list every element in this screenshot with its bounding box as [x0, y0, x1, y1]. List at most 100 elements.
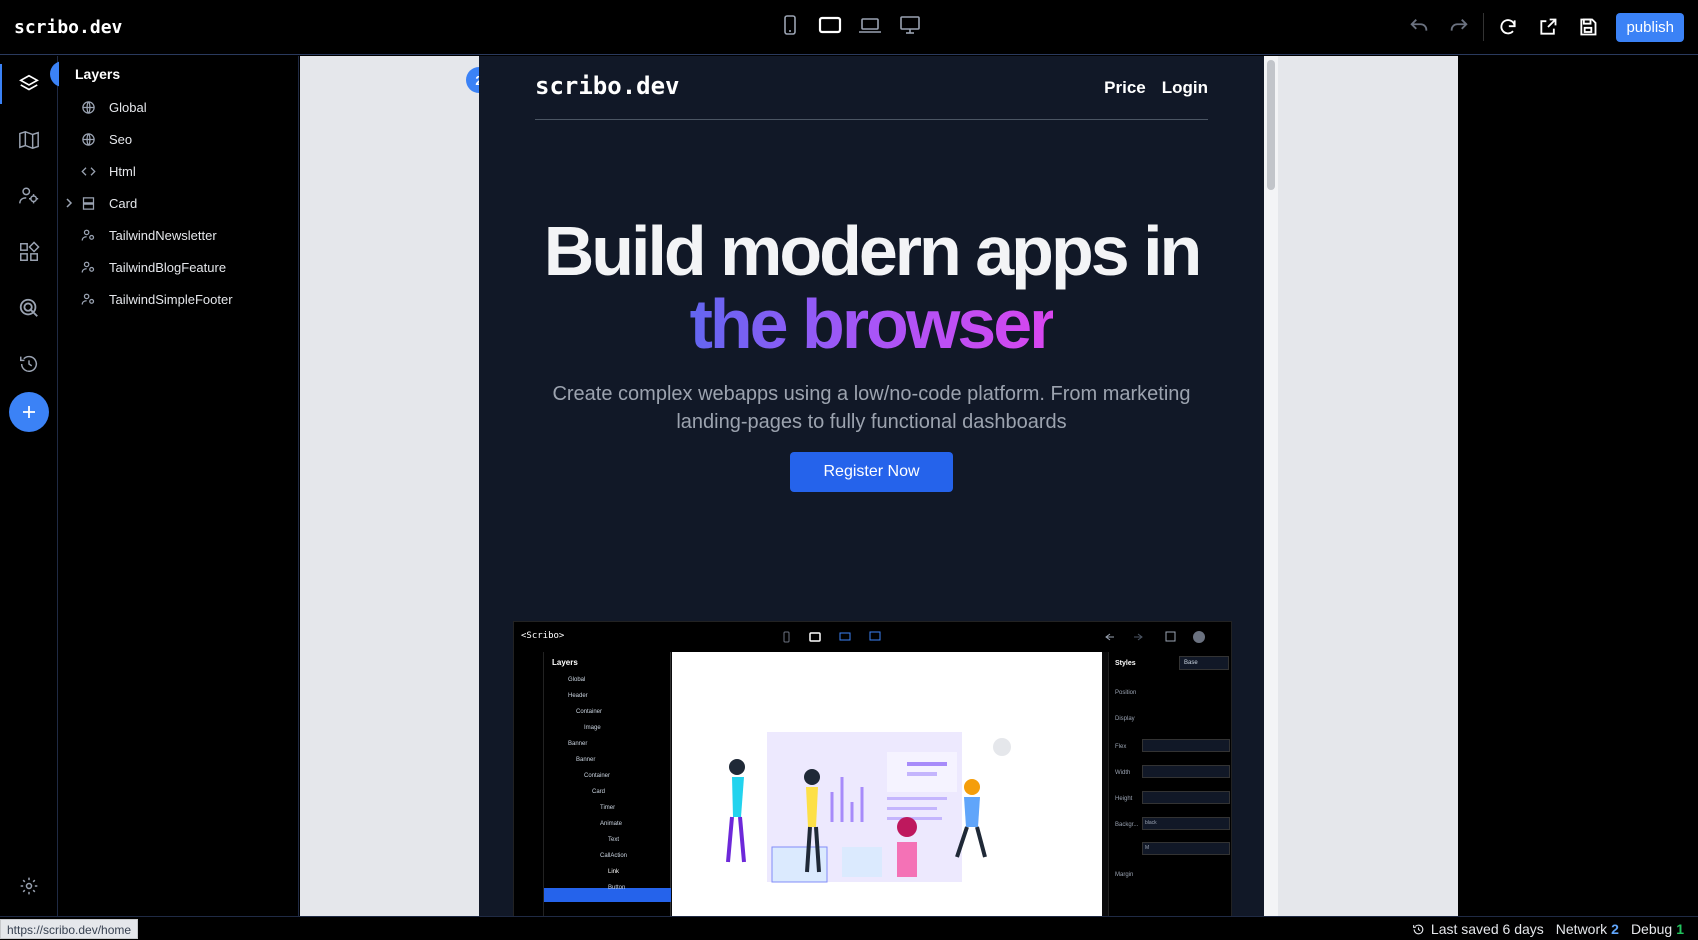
layers-icon	[19, 74, 39, 91]
last-saved-text: Last saved 6 days	[1430, 921, 1544, 937]
open-external-button[interactable]	[1528, 12, 1568, 42]
preview-tree-item: Banner	[568, 741, 588, 747]
preview-logo: <Scribo>	[521, 631, 565, 641]
layer-label: TailwindBlogFeature	[109, 259, 227, 275]
preview-tree-item: CallAction	[600, 853, 628, 859]
components-tab-button[interactable]	[0, 174, 58, 218]
preview-tree-item: Link	[608, 869, 620, 875]
status-bar: https://scribo.dev/home Last saved 6 day…	[0, 916, 1698, 940]
blocks-tab-button[interactable]	[0, 230, 58, 274]
user-gear-icon	[81, 292, 101, 307]
canvas-right-gutter	[1458, 56, 1698, 916]
laptop-device-button[interactable]	[856, 14, 884, 36]
network-count: 2	[1611, 921, 1619, 937]
layer-item-seo[interactable]: Seo	[59, 124, 299, 154]
preview-styles-title: Styles	[1115, 660, 1136, 667]
layer-label: Seo	[109, 131, 133, 147]
hover-url: https://scribo.dev/home	[0, 919, 139, 939]
layer-label: Global	[109, 99, 147, 115]
redo-button[interactable]	[1439, 12, 1479, 42]
hero-title-line1: Build modern apps in	[543, 212, 1203, 290]
hero-subtitle: Create complex webapps using a low/no-co…	[552, 383, 1191, 433]
preview-field-label: Height	[1115, 796, 1133, 802]
nav-link-price[interactable]: Price	[1104, 78, 1146, 98]
user-gear-icon	[81, 228, 101, 243]
team-illustration	[726, 732, 1011, 883]
add-button[interactable]	[9, 392, 49, 432]
interactions-tab-button[interactable]	[0, 286, 58, 330]
hero-title-line2: the browser	[479, 289, 1264, 359]
preview-tree-item: Header	[568, 693, 588, 699]
canvas-scrollbar[interactable]	[1264, 56, 1278, 916]
tablet-icon	[818, 16, 842, 34]
layers-tab-button[interactable]	[0, 62, 58, 106]
preview-tree-item: Banner	[576, 757, 596, 763]
layer-item-global[interactable]: Global	[59, 92, 299, 122]
layer-item-card[interactable]: Card	[59, 188, 299, 218]
preview-tree-item: Button	[608, 885, 626, 891]
layers-title: Layers	[75, 66, 121, 82]
stack-icon	[81, 196, 101, 211]
nav-link-login[interactable]: Login	[1162, 78, 1208, 98]
undo-button[interactable]	[1399, 12, 1439, 42]
layer-item-html[interactable]: Html	[59, 156, 299, 186]
grid-icon	[20, 241, 40, 261]
network-status[interactable]: Network 2	[1556, 921, 1619, 937]
external-link-icon	[1540, 18, 1557, 35]
site-logo[interactable]: scribo.dev	[535, 72, 680, 100]
mobile-device-button[interactable]	[776, 14, 804, 36]
desktop-device-button[interactable]	[896, 14, 924, 36]
layer-item-tailwind-newsletter[interactable]: TailwindNewsletter	[59, 220, 299, 250]
layers-panel: Layers Global Seo Html Card TailwindNews…	[59, 56, 299, 916]
refresh-icon	[1500, 19, 1517, 35]
history-icon	[20, 355, 38, 372]
header-divider	[535, 119, 1208, 120]
plus-icon	[23, 406, 35, 418]
preview-field-box	[1142, 739, 1230, 752]
desktop-icon	[900, 16, 920, 34]
history-icon	[1413, 924, 1424, 934]
layer-item-tailwind-blog-feature[interactable]: TailwindBlogFeature	[59, 252, 299, 282]
status-right: Last saved 6 days Network 2 Debug 1	[1412, 921, 1684, 937]
site-nav: Price Login	[1104, 78, 1208, 98]
layer-item-tailwind-simple-footer[interactable]: TailwindSimpleFooter	[59, 284, 299, 314]
preview-frame: scribo.dev Price Login Build modern apps…	[479, 56, 1264, 916]
debug-label: Debug	[1630, 921, 1673, 937]
layer-label: TailwindSimpleFooter	[109, 291, 233, 307]
top-actions: publish	[1399, 12, 1684, 42]
preview-tree-item: Image	[584, 725, 601, 731]
mobile-icon	[784, 15, 796, 35]
save-button[interactable]	[1568, 12, 1608, 42]
register-now-button[interactable]: Register Now	[790, 452, 953, 492]
preview-tree-item: Container	[576, 709, 603, 715]
settings-button[interactable]	[0, 864, 58, 908]
publish-button[interactable]: publish	[1616, 12, 1684, 42]
user-gear-icon	[19, 187, 39, 204]
debug-status[interactable]: Debug 1	[1631, 921, 1684, 937]
preview-field-label: Display	[1115, 716, 1135, 722]
preview-field-box: M	[1142, 842, 1230, 855]
pages-tab-button[interactable]	[0, 118, 58, 162]
tablet-device-button[interactable]	[816, 14, 844, 36]
preview-tree-item: Animate	[600, 821, 623, 827]
hero-gradient-text: the browser	[689, 285, 1057, 363]
chevron-right-icon[interactable]	[61, 198, 77, 208]
refresh-button[interactable]	[1488, 12, 1528, 42]
top-bar: scribo.dev publish	[0, 0, 1698, 55]
device-switcher	[776, 14, 924, 36]
network-label: Network	[1555, 921, 1608, 937]
preview-field-box: black	[1142, 817, 1230, 830]
editor-preview-image: <Scribo> Layers Global Header Container …	[513, 621, 1232, 916]
code-icon	[81, 164, 101, 179]
scrollbar-thumb[interactable]	[1267, 60, 1275, 190]
debug-count: 1	[1676, 921, 1684, 937]
preview-field-label: Margin	[1115, 872, 1134, 878]
laptop-icon	[859, 18, 881, 33]
history-tab-button[interactable]	[0, 342, 58, 386]
divider	[1483, 13, 1485, 41]
preview-action-icons	[1105, 631, 1205, 643]
app-logo[interactable]: scribo.dev	[14, 17, 122, 38]
preview-field-label: Flex	[1115, 744, 1127, 750]
left-rail	[0, 56, 58, 916]
layer-label: TailwindNewsletter	[109, 227, 217, 243]
